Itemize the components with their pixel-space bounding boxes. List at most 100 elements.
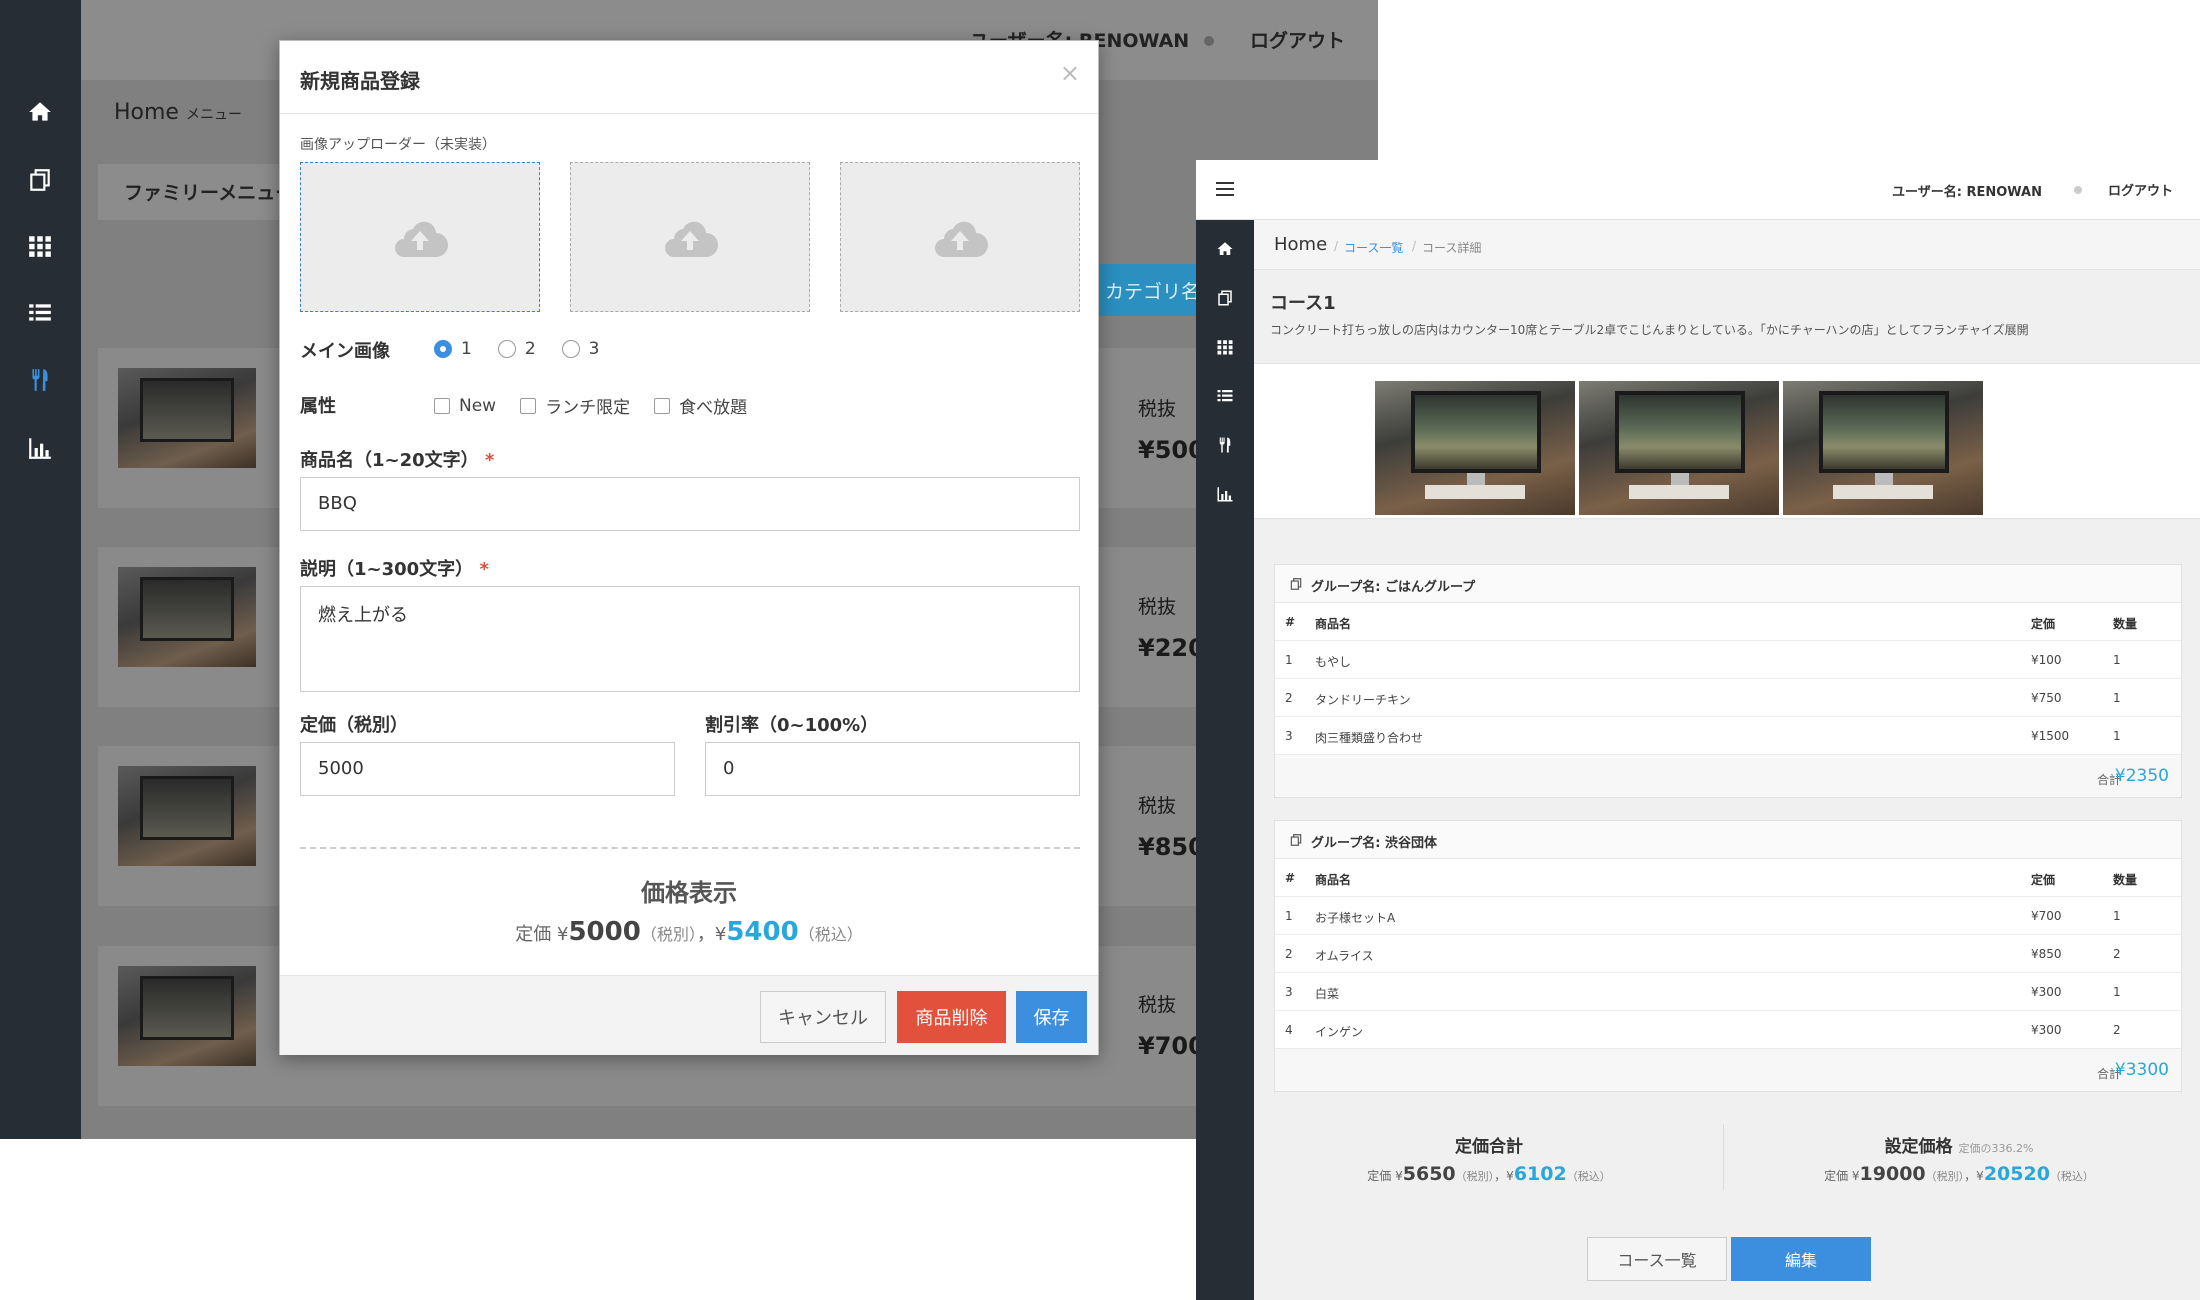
group-name: グループ名: ごはんグループ — [1311, 580, 1476, 595]
image-upload-slot-1[interactable] — [300, 162, 540, 312]
user-name: ユーザー名: RENOWAN — [1892, 185, 2042, 200]
uploader-label: 画像アップローダー（未実装） — [300, 137, 496, 153]
discount-input[interactable]: 0 — [705, 742, 1080, 796]
total-value: ¥2350 — [2114, 766, 2169, 786]
image-upload-slot-3[interactable] — [840, 162, 1080, 312]
description-label: 説明（1~300文字） * — [300, 559, 489, 580]
group-header: グループ名: ごはんグループ — [1275, 565, 2181, 603]
col-header-name: 商品名 — [1315, 617, 1352, 631]
set-price-pre-tax: 19000 — [1859, 1163, 1926, 1185]
list-total-line: 定価 ¥5650（税別），¥6102（税込） — [1367, 1163, 1611, 1185]
bg-breadcrumb-home[interactable]: Home — [114, 100, 179, 125]
breadcrumb-course-list[interactable]: コース一覧 — [1344, 239, 1403, 256]
grid-icon[interactable] — [1214, 336, 1236, 358]
hamburger-menu-icon[interactable] — [1216, 182, 1234, 196]
main-image-radio-1[interactable]: 1 — [434, 339, 472, 359]
course-photo[interactable] — [1783, 381, 1983, 515]
course-title-box: コース1 コンクリート打ちっ放しの店内はカウンター10席とテーブル2卓でこじんま… — [1254, 271, 2200, 363]
bg-sidebar — [0, 0, 81, 1139]
copy-icon[interactable] — [24, 164, 56, 196]
set-price-title: 設定価格 定価の336.2% — [1884, 1137, 2034, 1157]
price-label: 定価（税別） — [300, 715, 408, 736]
bg-breadcrumb-next[interactable]: メニュー — [186, 104, 242, 124]
bg-logout-link[interactable]: ログアウト — [1250, 26, 1345, 53]
list-total-with-tax: 6102 — [1513, 1163, 1567, 1185]
radio-selected-icon — [434, 340, 452, 358]
breadcrumb-separator: / — [1412, 239, 1417, 253]
checkbox-label: ランチ限定 — [545, 398, 631, 418]
course-list-button[interactable]: コース一覧 — [1587, 1237, 1727, 1281]
price-summary: 定価合計 定価 ¥5650（税別），¥6102（税込） 設定価格 定価の336.… — [1254, 1124, 2200, 1264]
bg-tax-label: 税抜 — [1138, 994, 1177, 1016]
course-detail-screen: ユーザー名: RENOWAN ログアウト Home / コース一覧 / コース詳… — [1196, 160, 2200, 1300]
list-icon[interactable] — [24, 297, 56, 329]
course-photo[interactable] — [1579, 381, 1779, 515]
price-input[interactable]: 5000 — [300, 742, 675, 796]
table-header-row: # 商品名 定価 数量 — [1275, 859, 2181, 897]
checkbox-icon — [520, 397, 537, 414]
total-value: ¥3300 — [2114, 1060, 2169, 1080]
checkbox-icon — [654, 397, 671, 414]
bg-price: ¥700 — [1138, 1032, 1205, 1060]
set-price-line: 定価 ¥19000（税別），¥20520（税込） — [1824, 1163, 2094, 1185]
detail-sidebar — [1196, 220, 1254, 1300]
course-images — [1254, 363, 2200, 519]
delete-product-button[interactable]: 商品削除 — [897, 991, 1006, 1043]
bg-tax-label: 税抜 — [1138, 398, 1177, 420]
cancel-button[interactable]: キャンセル — [760, 991, 886, 1043]
logout-link[interactable]: ログアウト — [2108, 180, 2173, 199]
table-row: 2 タンドリーチキン ¥750 1 — [1275, 679, 2181, 717]
bg-menu-thumb — [118, 766, 256, 866]
set-price-with-tax: 20520 — [1983, 1163, 2050, 1185]
bg-menu-thumb — [118, 567, 256, 667]
bar-chart-icon[interactable] — [1214, 483, 1236, 505]
bar-chart-icon[interactable] — [24, 432, 56, 464]
radio-icon — [561, 340, 580, 358]
course-photo[interactable] — [1375, 381, 1575, 515]
home-icon[interactable] — [1214, 238, 1236, 260]
attribute-lunch-checkbox[interactable]: ランチ限定 — [520, 393, 630, 418]
cutlery-icon[interactable] — [1214, 434, 1236, 456]
group-panel: グループ名: 渋谷団体 # 商品名 定価 数量 1 お子様セットA ¥700 1 2オ… — [1274, 820, 2182, 1092]
price-display-title: 価格表示 — [641, 879, 737, 907]
grid-icon[interactable] — [24, 230, 56, 262]
col-header-no: # — [1285, 871, 1296, 885]
breadcrumb-separator: / — [1334, 239, 1339, 253]
save-button[interactable]: 保存 — [1016, 991, 1087, 1043]
breadcrumb: Home / コース一覧 / コース詳細 — [1254, 220, 2200, 270]
breadcrumb-home[interactable]: Home — [1274, 234, 1327, 255]
product-name-input[interactable]: BBQ — [300, 477, 1080, 531]
attribute-all-you-can-eat-checkbox[interactable]: 食べ放題 — [654, 393, 747, 418]
image-upload-slot-2[interactable] — [570, 162, 810, 312]
list-icon[interactable] — [1214, 385, 1236, 407]
attribute-new-checkbox[interactable]: New — [434, 396, 496, 416]
table-row: 1 もやし ¥100 1 — [1275, 641, 2181, 679]
group-total: 合計 ¥3300 — [1275, 1049, 2181, 1091]
bg-menu-thumb — [118, 966, 256, 1066]
main-image-radio-3[interactable]: 3 — [561, 339, 600, 359]
edit-button[interactable]: 編集 — [1731, 1237, 1871, 1281]
radio-label: 3 — [588, 339, 600, 359]
list-total-title: 定価合計 — [1455, 1137, 1523, 1157]
copy-icon[interactable] — [1214, 287, 1236, 309]
bg-tab-label: ファミリーメニュー — [124, 182, 295, 204]
bg-header-dot — [1204, 36, 1214, 46]
course-description: コンクリート打ちっ放しの店内はカウンター10席とテーブル2卓でこじんまりとしてい… — [1270, 323, 2029, 337]
set-price-ratio: 定価の336.2% — [1958, 1142, 2034, 1155]
col-header-name: 商品名 — [1315, 873, 1352, 887]
radio-label: 2 — [524, 339, 536, 359]
bg-menu-thumb — [118, 368, 256, 468]
main-image-radio-2[interactable]: 2 — [497, 339, 536, 359]
home-icon[interactable] — [24, 96, 56, 128]
checkbox-label: 食べ放題 — [679, 398, 748, 418]
cutlery-icon[interactable] — [24, 364, 56, 396]
description-textarea[interactable]: 燃え上がる — [300, 586, 1080, 692]
new-product-modal: 新規商品登録 × 画像アップローダー（未実装） メイン画像 1 2 3 属性 N… — [279, 40, 1099, 1055]
group-total: 合計 ¥2350 — [1275, 755, 2181, 797]
col-header-no: # — [1285, 615, 1296, 629]
close-icon[interactable]: × — [1060, 59, 1080, 87]
table-row: 2 オムライス ¥850 2 — [1275, 935, 2181, 973]
col-header-qty: 数量 — [2113, 617, 2138, 631]
price-pre-tax: 5000 — [568, 917, 641, 947]
attributes-checkbox-group: New ランチ限定 食べ放題 — [434, 393, 747, 418]
